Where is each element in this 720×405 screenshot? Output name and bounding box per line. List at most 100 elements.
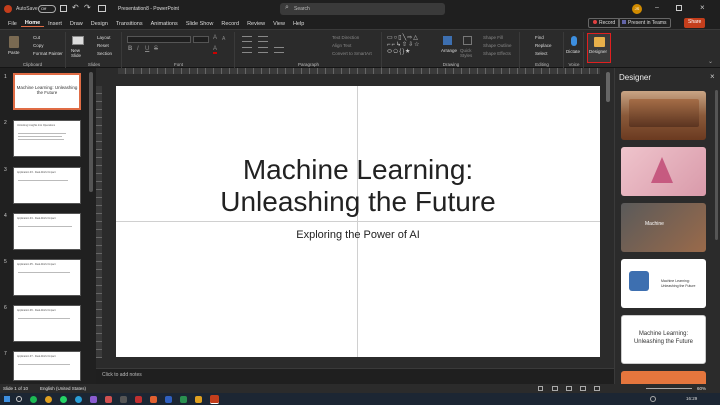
decrease-font-icon[interactable]: A: [222, 36, 225, 42]
convert-to-smartart-button[interactable]: Convert to SmartArt: [332, 51, 372, 56]
design-idea-4[interactable]: Machine Learning: Unleashing the Future: [621, 259, 706, 308]
tab-file[interactable]: File: [4, 21, 21, 27]
thumbnails-scrollbar[interactable]: [89, 72, 93, 192]
present-icon[interactable]: [98, 5, 106, 12]
strikethrough-icon[interactable]: S: [154, 46, 158, 52]
chrome-icon[interactable]: [45, 396, 52, 403]
new-slide-button[interactable]: New Slide: [71, 48, 87, 58]
ribbon-collapse-icon[interactable]: ⌄: [708, 58, 713, 65]
align-center-icon[interactable]: [258, 47, 268, 53]
italic-icon[interactable]: I: [137, 46, 139, 52]
normal-view-icon[interactable]: [552, 386, 558, 391]
align-right-icon[interactable]: [274, 47, 284, 53]
increase-font-icon[interactable]: A: [213, 35, 217, 41]
share-button[interactable]: Share: [684, 18, 706, 28]
undo-icon[interactable]: ↶: [72, 3, 79, 12]
reading-view-icon[interactable]: [580, 386, 586, 391]
design-idea-6[interactable]: [621, 371, 706, 384]
arrange-button[interactable]: Arrange: [441, 48, 457, 53]
design-idea-2[interactable]: [621, 147, 706, 196]
text-direction-button[interactable]: Text Direction: [332, 35, 359, 40]
font-size-box[interactable]: [193, 36, 209, 43]
start-icon[interactable]: [4, 396, 10, 402]
slide-thumbnail[interactable]: Application #4 - Real-World Impact: [13, 213, 81, 250]
design-idea-1[interactable]: [621, 91, 706, 140]
record-button[interactable]: Record: [588, 18, 621, 28]
tab-home[interactable]: Home: [20, 20, 45, 27]
search-taskbar-icon[interactable]: [16, 396, 22, 402]
slide-sorter-icon[interactable]: [566, 386, 572, 391]
font-color-icon[interactable]: A: [213, 46, 218, 54]
redo-icon[interactable]: ↷: [84, 3, 91, 12]
app-icon[interactable]: [165, 396, 172, 403]
tab-design[interactable]: Design: [87, 21, 112, 27]
app-icon[interactable]: [120, 396, 127, 403]
app-icon[interactable]: [180, 396, 187, 403]
tab-insert[interactable]: Insert: [44, 21, 66, 27]
design-idea-5[interactable]: Machine Learning: Unleashing the Future: [621, 315, 706, 364]
designer-button[interactable]: Designer: [587, 33, 611, 63]
app-icon[interactable]: [150, 396, 157, 403]
align-left-icon[interactable]: [242, 47, 252, 53]
spotify-icon[interactable]: [30, 396, 37, 403]
slide-thumbnail[interactable]: Unlocking Insights Into Operations: [13, 120, 81, 157]
close-icon[interactable]: ×: [700, 3, 705, 12]
microphone-icon[interactable]: [571, 36, 577, 46]
paste-button[interactable]: Paste: [8, 50, 20, 55]
slide-thumbnail[interactable]: Application #6 - Real-World Impact: [13, 305, 81, 342]
autosave-toggle[interactable]: Off: [38, 5, 56, 13]
slide-thumbnail[interactable]: Application #5 - Real-World Impact: [13, 259, 81, 296]
notes-toggle-icon[interactable]: [538, 386, 543, 391]
align-text-button[interactable]: Align Text: [332, 43, 351, 48]
find-button[interactable]: Find: [535, 35, 544, 40]
new-slide-icon[interactable]: [72, 36, 84, 45]
app-icon[interactable]: [135, 396, 142, 403]
present-in-teams-button[interactable]: Present in Teams: [618, 18, 671, 28]
notes-pane[interactable]: Click to add notes: [96, 368, 614, 384]
tab-draw[interactable]: Draw: [66, 21, 87, 27]
powerpoint-taskbar-icon[interactable]: [210, 395, 219, 404]
select-button[interactable]: Select: [535, 51, 548, 56]
zoom-level[interactable]: 60%: [697, 386, 706, 391]
reset-button[interactable]: Reset: [97, 43, 109, 48]
clock[interactable]: 16:29: [686, 396, 697, 401]
font-name-box[interactable]: [127, 36, 191, 43]
shapes-gallery[interactable]: ▭○▯╲⇨△ ⌐⌐↳⇧⇩☆ ⬭⬠{}★: [387, 35, 437, 57]
tab-record[interactable]: Record: [217, 21, 243, 27]
bold-icon[interactable]: B: [128, 46, 132, 52]
minimize-icon[interactable]: –: [655, 4, 659, 11]
slide-thumbnail[interactable]: Machine Learning: Unleashing the Future: [13, 73, 81, 110]
zoom-slider[interactable]: [646, 388, 692, 389]
paste-icon[interactable]: [9, 36, 19, 48]
quick-styles-button[interactable]: Quick Styles: [460, 48, 476, 58]
designer-scrollbar[interactable]: [715, 90, 718, 240]
telegram-icon[interactable]: [75, 396, 82, 403]
slide-thumbnail[interactable]: Application #7 - Real-World Impact: [13, 351, 81, 381]
section-button[interactable]: Section: [97, 51, 112, 56]
underline-icon[interactable]: U: [145, 46, 149, 52]
shape-outline-button[interactable]: Shape Outline: [483, 43, 512, 48]
designer-pane-close-icon[interactable]: ×: [710, 72, 715, 81]
arrange-icon[interactable]: [443, 36, 452, 45]
shape-fill-button[interactable]: Shape Fill: [483, 35, 503, 40]
dictate-button[interactable]: Dictate: [566, 49, 580, 54]
maximize-icon[interactable]: [676, 5, 682, 11]
copy-button[interactable]: Copy: [33, 43, 44, 48]
shape-effects-button[interactable]: Shape Effects: [483, 51, 511, 56]
app-icon[interactable]: [105, 396, 112, 403]
tab-help[interactable]: Help: [289, 21, 308, 27]
tab-slide-show[interactable]: Slide Show: [182, 21, 218, 27]
bullets-icon[interactable]: [242, 36, 252, 42]
numbering-icon[interactable]: [258, 36, 268, 42]
tab-view[interactable]: View: [269, 21, 289, 27]
tab-review[interactable]: Review: [243, 21, 269, 27]
design-idea-3[interactable]: Machine: [621, 203, 706, 252]
replace-button[interactable]: Replace: [535, 43, 552, 48]
tab-animations[interactable]: Animations: [147, 21, 182, 27]
subtitle-placeholder[interactable]: Exploring the Power of AI: [196, 229, 520, 241]
save-icon[interactable]: [60, 5, 67, 12]
search-box[interactable]: ⌕ Search: [280, 3, 445, 15]
slide-thumbnail[interactable]: Application #3 - Real-World Impact: [13, 167, 81, 204]
title-placeholder[interactable]: Machine Learning: Unleashing the Future: [156, 154, 560, 218]
user-avatar[interactable]: JS: [632, 4, 642, 14]
